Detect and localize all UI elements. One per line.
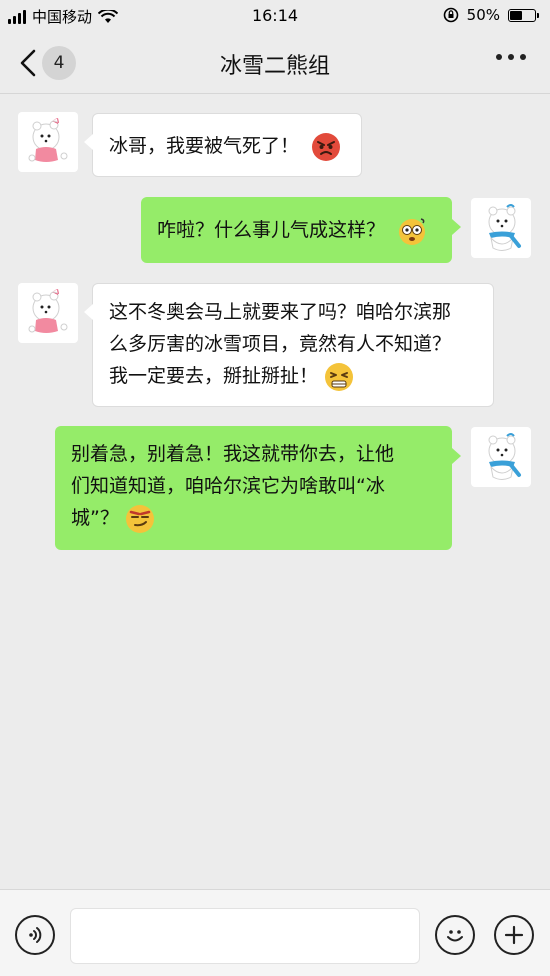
battery-percent: 50% xyxy=(466,6,500,24)
pink-bear-avatar-icon xyxy=(28,289,68,333)
dot-icon xyxy=(496,54,502,60)
rotation-lock-icon xyxy=(443,7,458,23)
smirk-face-emoji xyxy=(125,504,154,533)
message-text-line: 别着急，别着急！我这就带你去，让他 xyxy=(71,443,395,465)
message-bubble-4[interactable]: 别着急，别着急！我这就带你去，让他 们知道知道，咱哈尔滨它为啥敢叫“冰 城”？ xyxy=(55,426,461,550)
emoji-button[interactable] xyxy=(435,915,475,955)
blue-bear-avatar-icon xyxy=(488,204,521,251)
add-button[interactable] xyxy=(494,915,534,955)
voice-icon xyxy=(29,927,42,943)
message-text: 咋啦？什么事儿气成这样？ xyxy=(157,219,386,241)
dot-icon xyxy=(520,54,526,60)
dot-icon xyxy=(508,54,514,60)
voice-button[interactable] xyxy=(15,915,55,955)
status-right: 50% xyxy=(443,6,539,24)
message-bubble-1[interactable]: 冰哥，我要被气死了！ xyxy=(84,113,362,177)
avatar-pink-bear[interactable] xyxy=(18,283,78,343)
emoji-icon xyxy=(447,930,463,942)
chat-input-bar xyxy=(0,889,550,976)
message-bubble-3[interactable]: 这不冬奥会马上就要来了吗？咱哈尔滨那 么多厉害的冰雪项目，竟然有人不知道？ 我一… xyxy=(84,283,494,407)
message-text-line: 么多厉害的冰雪项目，竟然有人不知道？ xyxy=(109,333,452,355)
dizzy-face-emoji xyxy=(399,217,426,245)
message-text: 我一定要去，掰扯掰扯！ xyxy=(109,365,319,387)
message-text: 冰哥，我要被气死了！ xyxy=(109,135,300,157)
angry-face-emoji xyxy=(312,132,341,161)
message-text-line: 这不冬奥会马上就要来了吗？咱哈尔滨那 xyxy=(109,301,452,323)
plus-icon xyxy=(504,925,524,945)
status-bar: 中国移动 16:14 50% xyxy=(0,0,550,32)
avatar-blue-bear[interactable] xyxy=(471,427,531,487)
blue-bear-avatar-icon xyxy=(488,433,521,480)
message-input[interactable] xyxy=(70,908,420,964)
message-bubble-2[interactable]: 咋啦？什么事儿气成这样？ xyxy=(141,197,461,263)
chat-header: 4 冰雪二熊组 xyxy=(0,32,550,94)
avatar-blue-bear[interactable] xyxy=(471,198,531,258)
battery-icon xyxy=(508,8,539,22)
pink-bear-avatar-icon xyxy=(28,118,68,162)
message-text-line-last: 我一定要去，掰扯掰扯！ xyxy=(109,360,477,392)
frustrated-face-emoji xyxy=(325,362,354,391)
message-text-line: 们知道知道，咱哈尔滨它为啥敢叫“冰 xyxy=(71,475,385,497)
chat-title: 冰雪二熊组 xyxy=(219,54,330,79)
avatar-pink-bear[interactable] xyxy=(18,112,78,172)
more-options-button[interactable] xyxy=(496,54,526,60)
message-text-line-last: 城”？ xyxy=(71,502,436,534)
message-text: 城”？ xyxy=(71,507,119,529)
